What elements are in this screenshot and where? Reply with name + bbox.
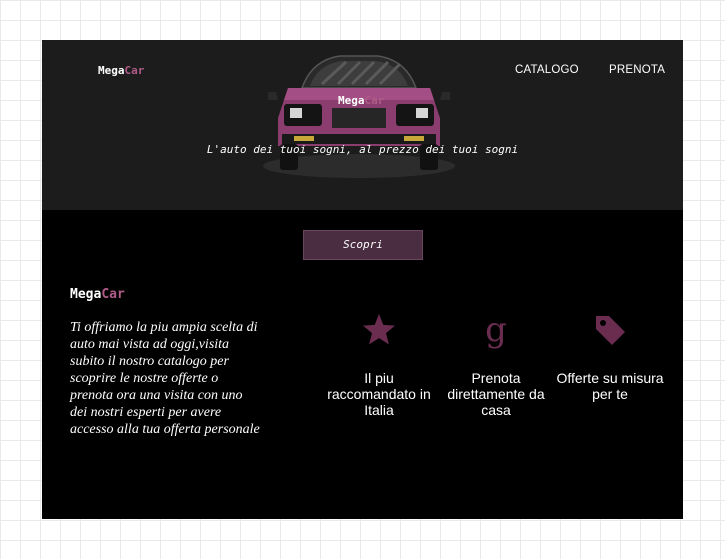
hero-logo-mega: Mega (338, 94, 365, 107)
site-container: MegaCar MegaCar CATALOGO PRENOTA L'auto … (42, 40, 683, 519)
site-logo[interactable]: MegaCar (98, 64, 144, 77)
feature-offers-label: Offerte su misura per te (556, 370, 664, 402)
hero-logo-car: Car (364, 94, 385, 107)
nav-catalogo-link[interactable]: CATALOGO (515, 64, 579, 76)
car-illustration (263, 55, 455, 178)
hero-logo: MegaCar (338, 94, 384, 107)
google-icon: g (485, 310, 507, 350)
feature-recommended-label: Il piu raccomandato in Italia (327, 370, 431, 418)
feature-book-home-label: Prenota direttamente da casa (447, 370, 545, 418)
feature-offers: Offerte su misura per te (555, 312, 665, 402)
about-brand-mega: Mega (70, 287, 102, 302)
feature-book-home: g Prenota direttamente da casa (441, 312, 551, 418)
hero-banner: MegaCar MegaCar CATALOGO PRENOTA L'auto … (42, 40, 683, 210)
feature-recommended: Il piu raccomandato in Italia (324, 312, 434, 418)
hero-tagline: L'auto dei tuoi sogni, al prezzo dei tuo… (206, 143, 519, 156)
about-description: Ti offriamo la piu ampia scelta di auto … (70, 320, 260, 437)
about-brand-car: Car (101, 287, 125, 302)
logo-text-mega: Mega (98, 64, 125, 77)
about-brand: MegaCar (70, 287, 125, 302)
star-icon (363, 314, 395, 345)
nav-prenota-link[interactable]: PRENOTA (609, 64, 665, 76)
scopri-button[interactable]: Scopri (303, 230, 423, 260)
logo-text-car: Car (124, 64, 145, 77)
tag-icon (596, 316, 625, 345)
